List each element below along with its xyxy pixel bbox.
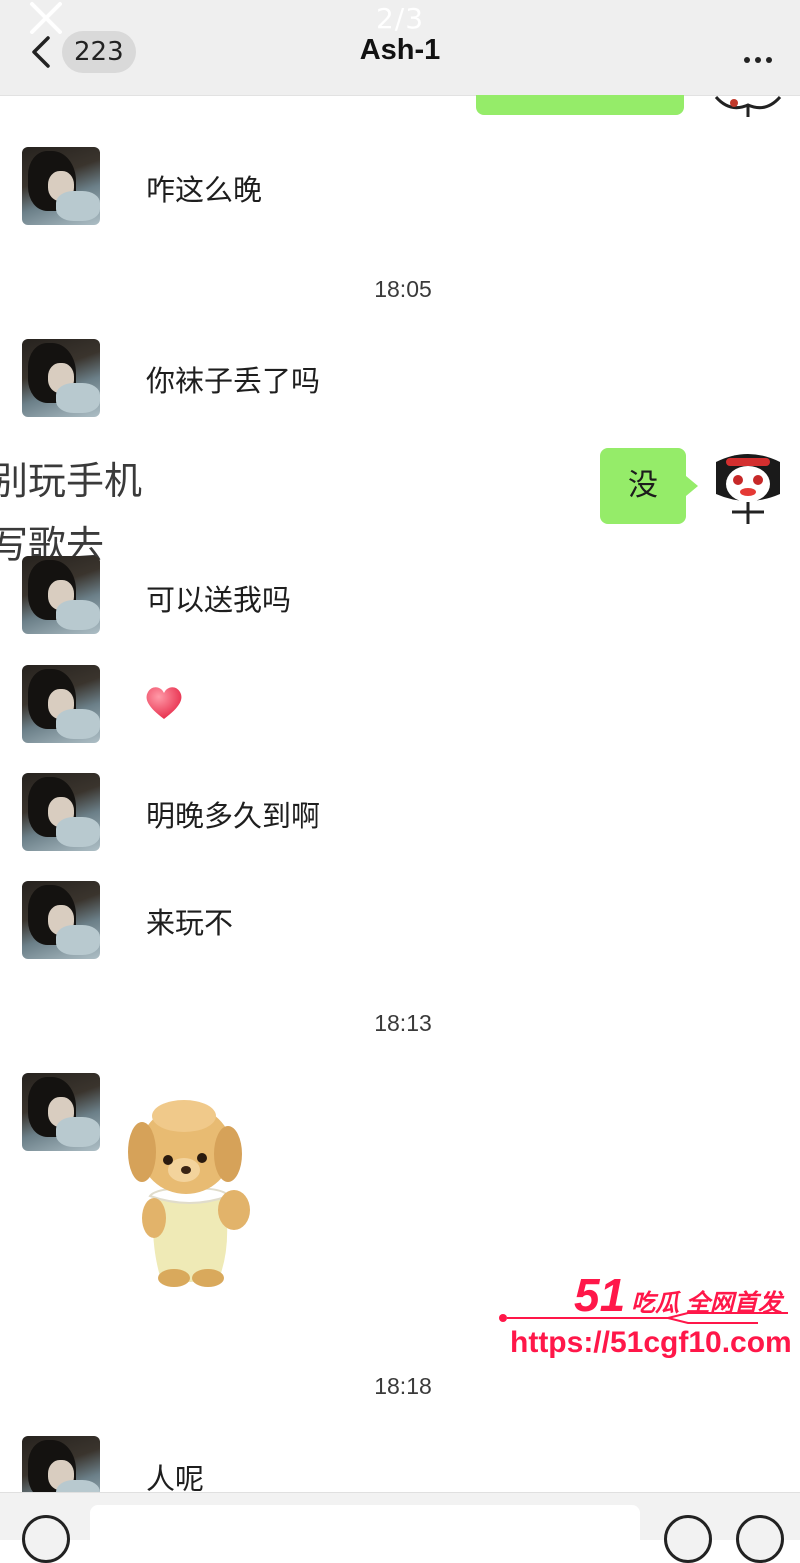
contact-avatar[interactable] (22, 881, 100, 959)
watermark-divider (499, 1312, 788, 1324)
chat-title: Ash-1 (359, 34, 441, 66)
plus-icon[interactable] (736, 1515, 784, 1563)
contact-avatar[interactable] (22, 339, 100, 417)
overlay-caption-line: 别玩手机 (0, 459, 143, 503)
timestamp: 18:05 (374, 276, 432, 302)
more-dots-icon[interactable] (739, 48, 772, 67)
plush-puppy-sticker[interactable] (120, 1092, 260, 1292)
image-counter: 2/3 (375, 2, 425, 35)
voice-icon[interactable] (22, 1515, 70, 1563)
contact-avatar[interactable] (22, 1073, 100, 1151)
message-text: 可以送我吗 (146, 583, 292, 617)
emoji-icon[interactable] (664, 1515, 712, 1563)
contact-avatar[interactable] (22, 773, 100, 851)
contact-avatar[interactable] (22, 665, 100, 743)
timestamp: 18:18 (374, 1373, 432, 1399)
contact-avatar[interactable] (22, 556, 100, 634)
input-bar (0, 1492, 800, 1563)
message-text: 咋这么晚 (146, 173, 263, 207)
message-text: 明晚多久到啊 (146, 799, 321, 833)
watermark-url: https://51cgf10.com (510, 1326, 792, 1359)
timestamp: 18:13 (374, 1010, 432, 1036)
sticker-avatar-partial (714, 95, 782, 117)
message-text: 来玩不 (146, 906, 234, 940)
outgoing-message-bubble[interactable]: 没 (600, 448, 698, 524)
chat-header: 2/3 223 Ash-1 (0, 0, 800, 96)
self-avatar[interactable] (710, 446, 786, 526)
message-input[interactable] (90, 1505, 640, 1555)
heart-emoji-icon[interactable] (144, 685, 184, 721)
message-text: 你袜子丢了吗 (146, 364, 321, 398)
contact-avatar[interactable] (22, 147, 100, 225)
outgoing-bubble-partial (476, 95, 684, 115)
